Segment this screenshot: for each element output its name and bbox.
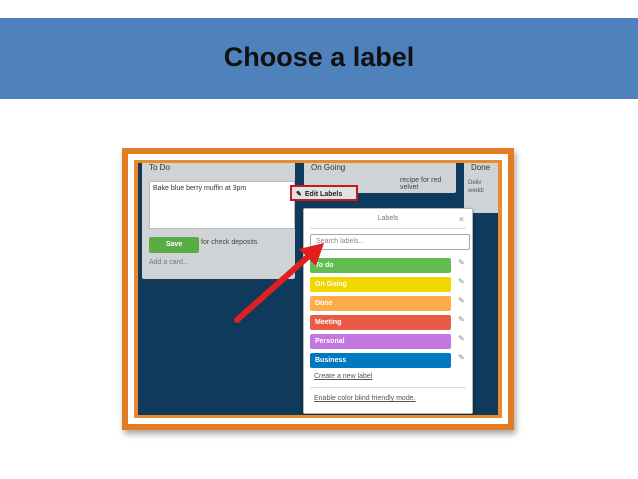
trello-board: To Do Bake blue berry muffin at 3pm Save…: [138, 163, 498, 415]
screenshot-frame: To Do Bake blue berry muffin at 3pm Save…: [122, 148, 514, 430]
slide-title-banner: Choose a label: [0, 18, 638, 99]
slide-title: Choose a label: [223, 42, 415, 72]
pointer-arrow-icon: [234, 243, 324, 323]
